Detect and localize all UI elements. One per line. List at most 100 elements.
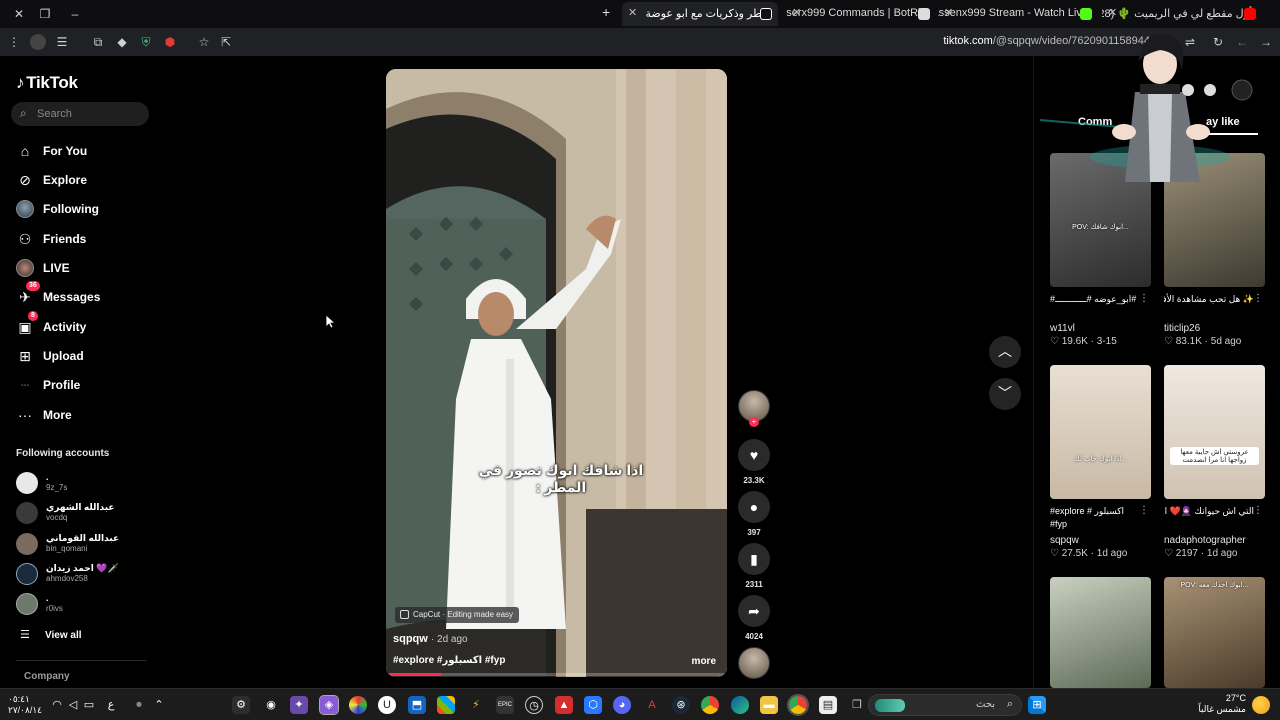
following-account[interactable]: . 9z_7s [16,472,156,498]
upload-icon: ⊞ [19,348,31,364]
show-hidden-icons-icon[interactable]: ⌃ [152,696,166,714]
app-icon[interactable]: ⬒ [408,696,426,714]
video-thumbnail[interactable]: POV: ابوك اخذك معه... [1164,577,1265,688]
previous-video-button[interactable]: ︿ [989,336,1021,368]
nav-live[interactable]: LIVE [16,257,156,279]
app-icon[interactable]: ⬡ [584,696,602,714]
twitch-tool-app-icon[interactable]: ◈ [319,695,339,715]
edge-icon[interactable] [731,696,749,714]
following-account[interactable]: احمد زيدان 💜🗡️ ahmdov258 [16,563,156,589]
nav-more[interactable]: ··· More [16,404,156,426]
close-window-icon[interactable]: ✕ [8,4,30,24]
shield-extension-icon[interactable]: ⛨ [138,34,154,50]
microsoft-store-icon[interactable] [437,696,455,714]
weather-widget[interactable]: 27°C مشمس غالباً [1196,693,1246,715]
app-icon[interactable]: ◷ [525,696,543,714]
windows-start-icon[interactable]: ⊞ [1028,696,1046,714]
obs-app-icon[interactable]: ◉ [262,696,280,714]
follow-plus-icon[interactable]: + [749,417,759,427]
more-options-icon[interactable]: ⋮ [1139,505,1149,516]
share-page-icon[interactable]: ⇱ [218,34,234,50]
search-input[interactable] [37,106,142,122]
capcut-icon [400,610,409,619]
app-icon[interactable]: U [378,696,396,714]
microphone-icon[interactable]: ⏺ [132,696,146,714]
extension-diamond-icon[interactable]: ◆ [114,34,130,50]
close-tab-icon[interactable]: ✕ [944,6,953,19]
taskbar-search[interactable]: بحث ⌕ [868,694,1022,716]
video-hashtags[interactable]: #explore #اكسبلور #fyp [393,655,505,666]
battery-icon[interactable]: ▭ [82,696,96,714]
close-tab-icon[interactable]: ✕ [1108,6,1117,19]
reading-list-icon[interactable]: ☰ [54,34,70,50]
nav-for-you[interactable]: ⌂ For You [16,140,156,162]
extensions-icon[interactable]: ⧉ [90,34,106,50]
discord-icon[interactable]: ◕ [613,696,631,714]
following-account[interactable]: . r0ivs [16,593,156,619]
epic-games-icon[interactable]: EPIC [496,696,514,714]
video-thumbnail[interactable]: اذا ابوك جاب لك... [1050,365,1151,499]
system-clock[interactable]: ٠٥:٤١ ٢٧/٠٨/١٤ [8,694,42,716]
more-button[interactable]: more [692,656,716,667]
save-button[interactable]: ▮ [738,543,770,575]
adblock-extension-icon[interactable]: ⬢ [162,34,178,50]
video-thumbnail[interactable] [1050,577,1151,688]
settings-app-icon[interactable]: ⚙ [232,696,250,714]
next-video-button[interactable]: ﹀ [989,378,1021,410]
color-app-icon[interactable] [349,696,367,714]
sound-avatar[interactable] [738,647,770,679]
nav-friends[interactable]: ⚇ Friends [16,228,156,250]
nav-profile[interactable]: ┄ Profile [16,374,156,396]
share-button[interactable]: ➦ [738,595,770,627]
video-player[interactable]: اذا شافك ابوك تصور في المطر : CapCut · E… [386,69,727,677]
tiktok-note-icon: ♪ [16,73,25,92]
language-indicator-icon[interactable]: ع [104,696,118,714]
more-options-icon[interactable]: ⋮ [1253,293,1263,304]
nav-activity[interactable]: ▣ 8 Activity [16,311,156,338]
close-tab-icon[interactable]: ✕ [792,6,801,19]
browser-tab-active[interactable]: ✕ مطر وذكريات مع ابو عوضة [622,2,778,26]
wifi-icon[interactable]: ◠ [50,696,64,714]
task-view-icon[interactable]: ❐ [848,696,866,714]
following-account[interactable]: عبدالله القوماني bin_qomani [16,533,156,559]
video-progress-bar[interactable] [386,673,727,676]
minimize-window-icon[interactable]: – [64,4,86,24]
browser-tab[interactable]: ✕ أول مقطع لي في الريميت 🌵 (128) [1102,2,1262,26]
view-all-link[interactable]: ☰ View all [16,628,136,644]
more-options-icon[interactable]: ⋮ [1253,505,1263,516]
chevron-up-icon: ︿ [998,343,1012,359]
steam-icon[interactable]: ⊛ [672,696,690,714]
file-explorer-icon[interactable]: ▬ [760,696,778,714]
nav-explore[interactable]: ⊘ Explore [16,169,156,191]
close-tab-icon[interactable]: ✕ [628,6,637,19]
tiktok-logo[interactable]: ♪ TikTok [16,73,78,93]
browser-tab[interactable]: ✕ yasserx999 Commands | BotRix [786,2,936,26]
nav-messages[interactable]: ✈ 36 Messages [16,281,156,308]
app-icon[interactable]: ⚡ [467,696,485,714]
search-box[interactable]: ⌕ [11,102,149,126]
bookmark-star-icon[interactable]: ☆ [196,34,212,50]
mouse-cursor-icon [326,315,336,329]
profile-avatar-icon[interactable] [30,34,46,50]
more-options-icon[interactable]: ⋮ [1139,293,1149,304]
capcut-tag[interactable]: CapCut · Editing made easy [395,607,520,623]
app-icon[interactable]: ▲ [555,696,573,714]
menu-dots-icon[interactable]: ⋮ [6,34,22,50]
app-icon[interactable]: A [643,696,661,714]
video-thumbnail[interactable]: عروستي اش جايبة معها زواجها انا مرا انصد… [1164,365,1265,499]
company-link[interactable]: Company [24,671,70,682]
like-button[interactable]: ♥ [738,439,770,471]
maximize-window-icon[interactable]: ❐ [34,4,56,24]
nav-upload[interactable]: ⊞ Upload [16,345,156,367]
nav-following[interactable]: Following [16,198,156,220]
store-bag-icon[interactable]: ▤ [819,696,837,714]
volume-icon[interactable]: ◁ [66,696,80,714]
chrome-active-icon[interactable] [787,694,809,716]
new-tab-button[interactable]: + [602,4,610,20]
comment-button[interactable]: ● [738,491,770,523]
chrome-icon[interactable] [701,696,719,714]
browser-tab[interactable]: ✕ Yassenx999 Stream - Watch Live [938,2,1098,26]
following-account[interactable]: عبدالله الشهري vocdq [16,502,156,528]
app-icon[interactable]: ✦ [290,696,308,714]
video-author[interactable]: sqpqw · 2d ago [393,633,468,645]
